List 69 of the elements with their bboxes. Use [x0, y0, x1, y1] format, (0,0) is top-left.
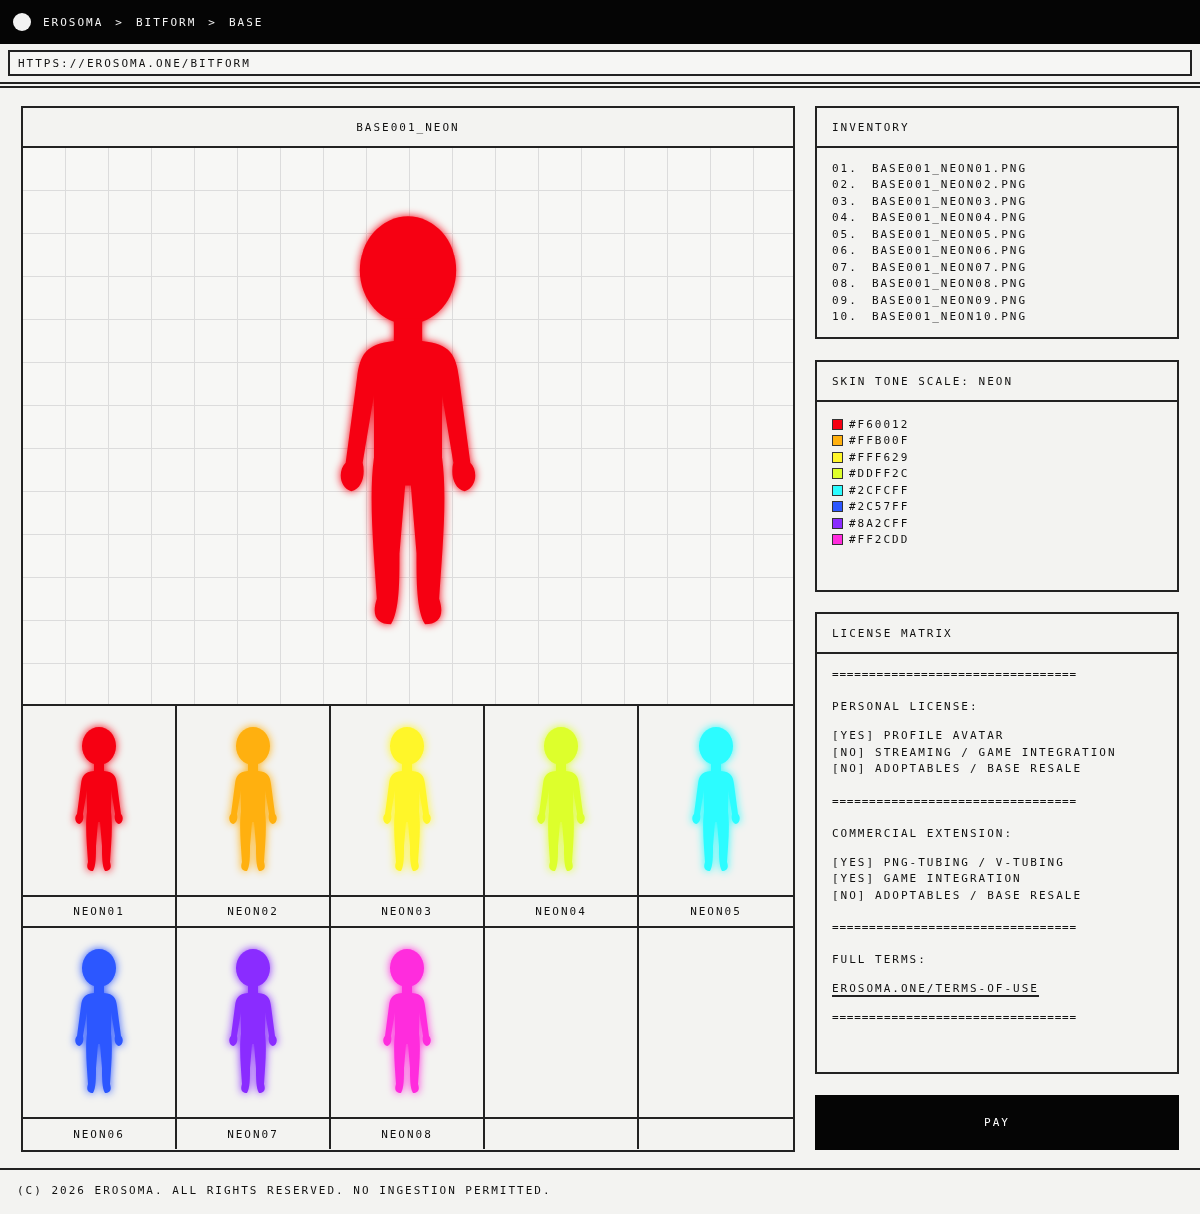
tile-label: NEON02 [177, 897, 331, 928]
divider-text: ================================= [832, 921, 1078, 937]
item-number: 06. [832, 244, 858, 258]
item-number: 07. [832, 260, 858, 274]
card-title: LICENSE MATRIX [817, 614, 1177, 655]
divider-text: ================================= [832, 794, 1078, 810]
breadcrumb-separator: > [115, 15, 124, 29]
divider-text: ================================= [832, 1011, 1078, 1027]
file-name[interactable]: BASE001_NEON07.PNG [871, 260, 1028, 274]
item-number: 02. [832, 178, 858, 192]
divider-text: ================================= [832, 668, 1078, 684]
hex-code: #FFF629 [849, 450, 910, 464]
hex-code: #FF2CDD [849, 533, 910, 547]
file-name[interactable]: BASE001_NEON10.PNG [871, 310, 1028, 324]
thumbnail-tile[interactable] [331, 706, 485, 897]
thumbnail-tile[interactable] [177, 706, 331, 897]
license-term: [YES] PROFILE AVATAR [832, 729, 1006, 745]
hex-code: #8A2CFF [849, 516, 910, 530]
license-term: [YES] GAME INTEGRATION [832, 872, 1023, 888]
file-name[interactable]: BASE001_NEON03.PNG [871, 194, 1028, 208]
item-number: 01. [832, 161, 858, 175]
item-number: 08. [832, 277, 858, 291]
item-number: 05. [832, 227, 858, 241]
copyright-text: (C) 2026 EROSOMA. ALL RIGHTS RESERVED. NO INGESTION PERMITTED. [17, 1183, 552, 1197]
file-name[interactable]: BASE001_NEON01.PNG [871, 161, 1028, 175]
thumbnail-tile[interactable] [23, 706, 177, 897]
tile-label: NEON01 [23, 897, 177, 928]
hex-code: #2CFCFF [849, 483, 910, 497]
section-heading: FULL TERMS: [832, 953, 928, 967]
tile-label: NEON08 [331, 1119, 485, 1149]
item-number: 10. [832, 310, 858, 324]
thumbnail-tile[interactable] [177, 928, 331, 1119]
breadcrumb-link[interactable]: BASE [228, 15, 264, 29]
file-name[interactable]: BASE001_NEON04.PNG [871, 211, 1028, 225]
tile-label: NEON05 [639, 897, 793, 928]
item-number: 09. [832, 293, 858, 307]
file-name[interactable]: BASE001_NEON02.PNG [871, 178, 1028, 192]
tile-label: NEON04 [485, 897, 639, 928]
item-number: 03. [832, 194, 858, 208]
breadcrumb-link[interactable]: EROSOMA [43, 15, 104, 29]
terms-link[interactable]: EROSOMA.ONE/TERMS-OF-USE [832, 982, 1039, 998]
section-heading: PERSONAL LICENSE: [832, 700, 980, 714]
license-term: [YES] PNG-TUBING / V-TUBING [832, 855, 1066, 871]
tile-label: NEON07 [177, 1119, 331, 1149]
pay-button[interactable]: PAY [815, 1095, 1179, 1150]
tile-label: NEON06 [23, 1119, 177, 1149]
logo-icon [13, 13, 31, 31]
thumbnail-tile[interactable] [485, 706, 639, 897]
thumbnail-tile[interactable] [23, 928, 177, 1119]
hex-code: #FFB00F [849, 434, 910, 448]
license-term: [NO] ADOPTABLES / BASE RESALE [832, 762, 1084, 778]
section-heading: COMMERCIAL EXTENSION: [832, 826, 1015, 840]
item-number: 04. [832, 211, 858, 225]
file-name[interactable]: BASE001_NEON05.PNG [871, 227, 1028, 241]
breadcrumb-separator: > [208, 15, 217, 29]
file-name[interactable]: BASE001_NEON06.PNG [871, 244, 1028, 258]
hex-code: #F60012 [849, 417, 910, 431]
hex-code: #2C57FF [849, 500, 910, 514]
thumbnail-tile[interactable] [331, 928, 485, 1119]
license-term: [NO] STREAMING / GAME INTEGRATION [832, 745, 1118, 761]
card-title: SKIN TONE SCALE: NEON [817, 362, 1177, 402]
file-name[interactable]: BASE001_NEON08.PNG [871, 277, 1028, 291]
license-term: [NO] ADOPTABLES / BASE RESALE [832, 888, 1084, 904]
address-field[interactable]: HTTPS://EROSOMA.ONE/BITFORM [8, 50, 1192, 76]
file-name[interactable]: BASE001_NEON09.PNG [871, 293, 1028, 307]
card-title: INVENTORY [817, 108, 1177, 148]
tile-label: NEON03 [331, 897, 485, 928]
breadcrumb-link[interactable]: BITFORM [136, 15, 197, 29]
hex-code: #DDFF2C [849, 467, 910, 481]
